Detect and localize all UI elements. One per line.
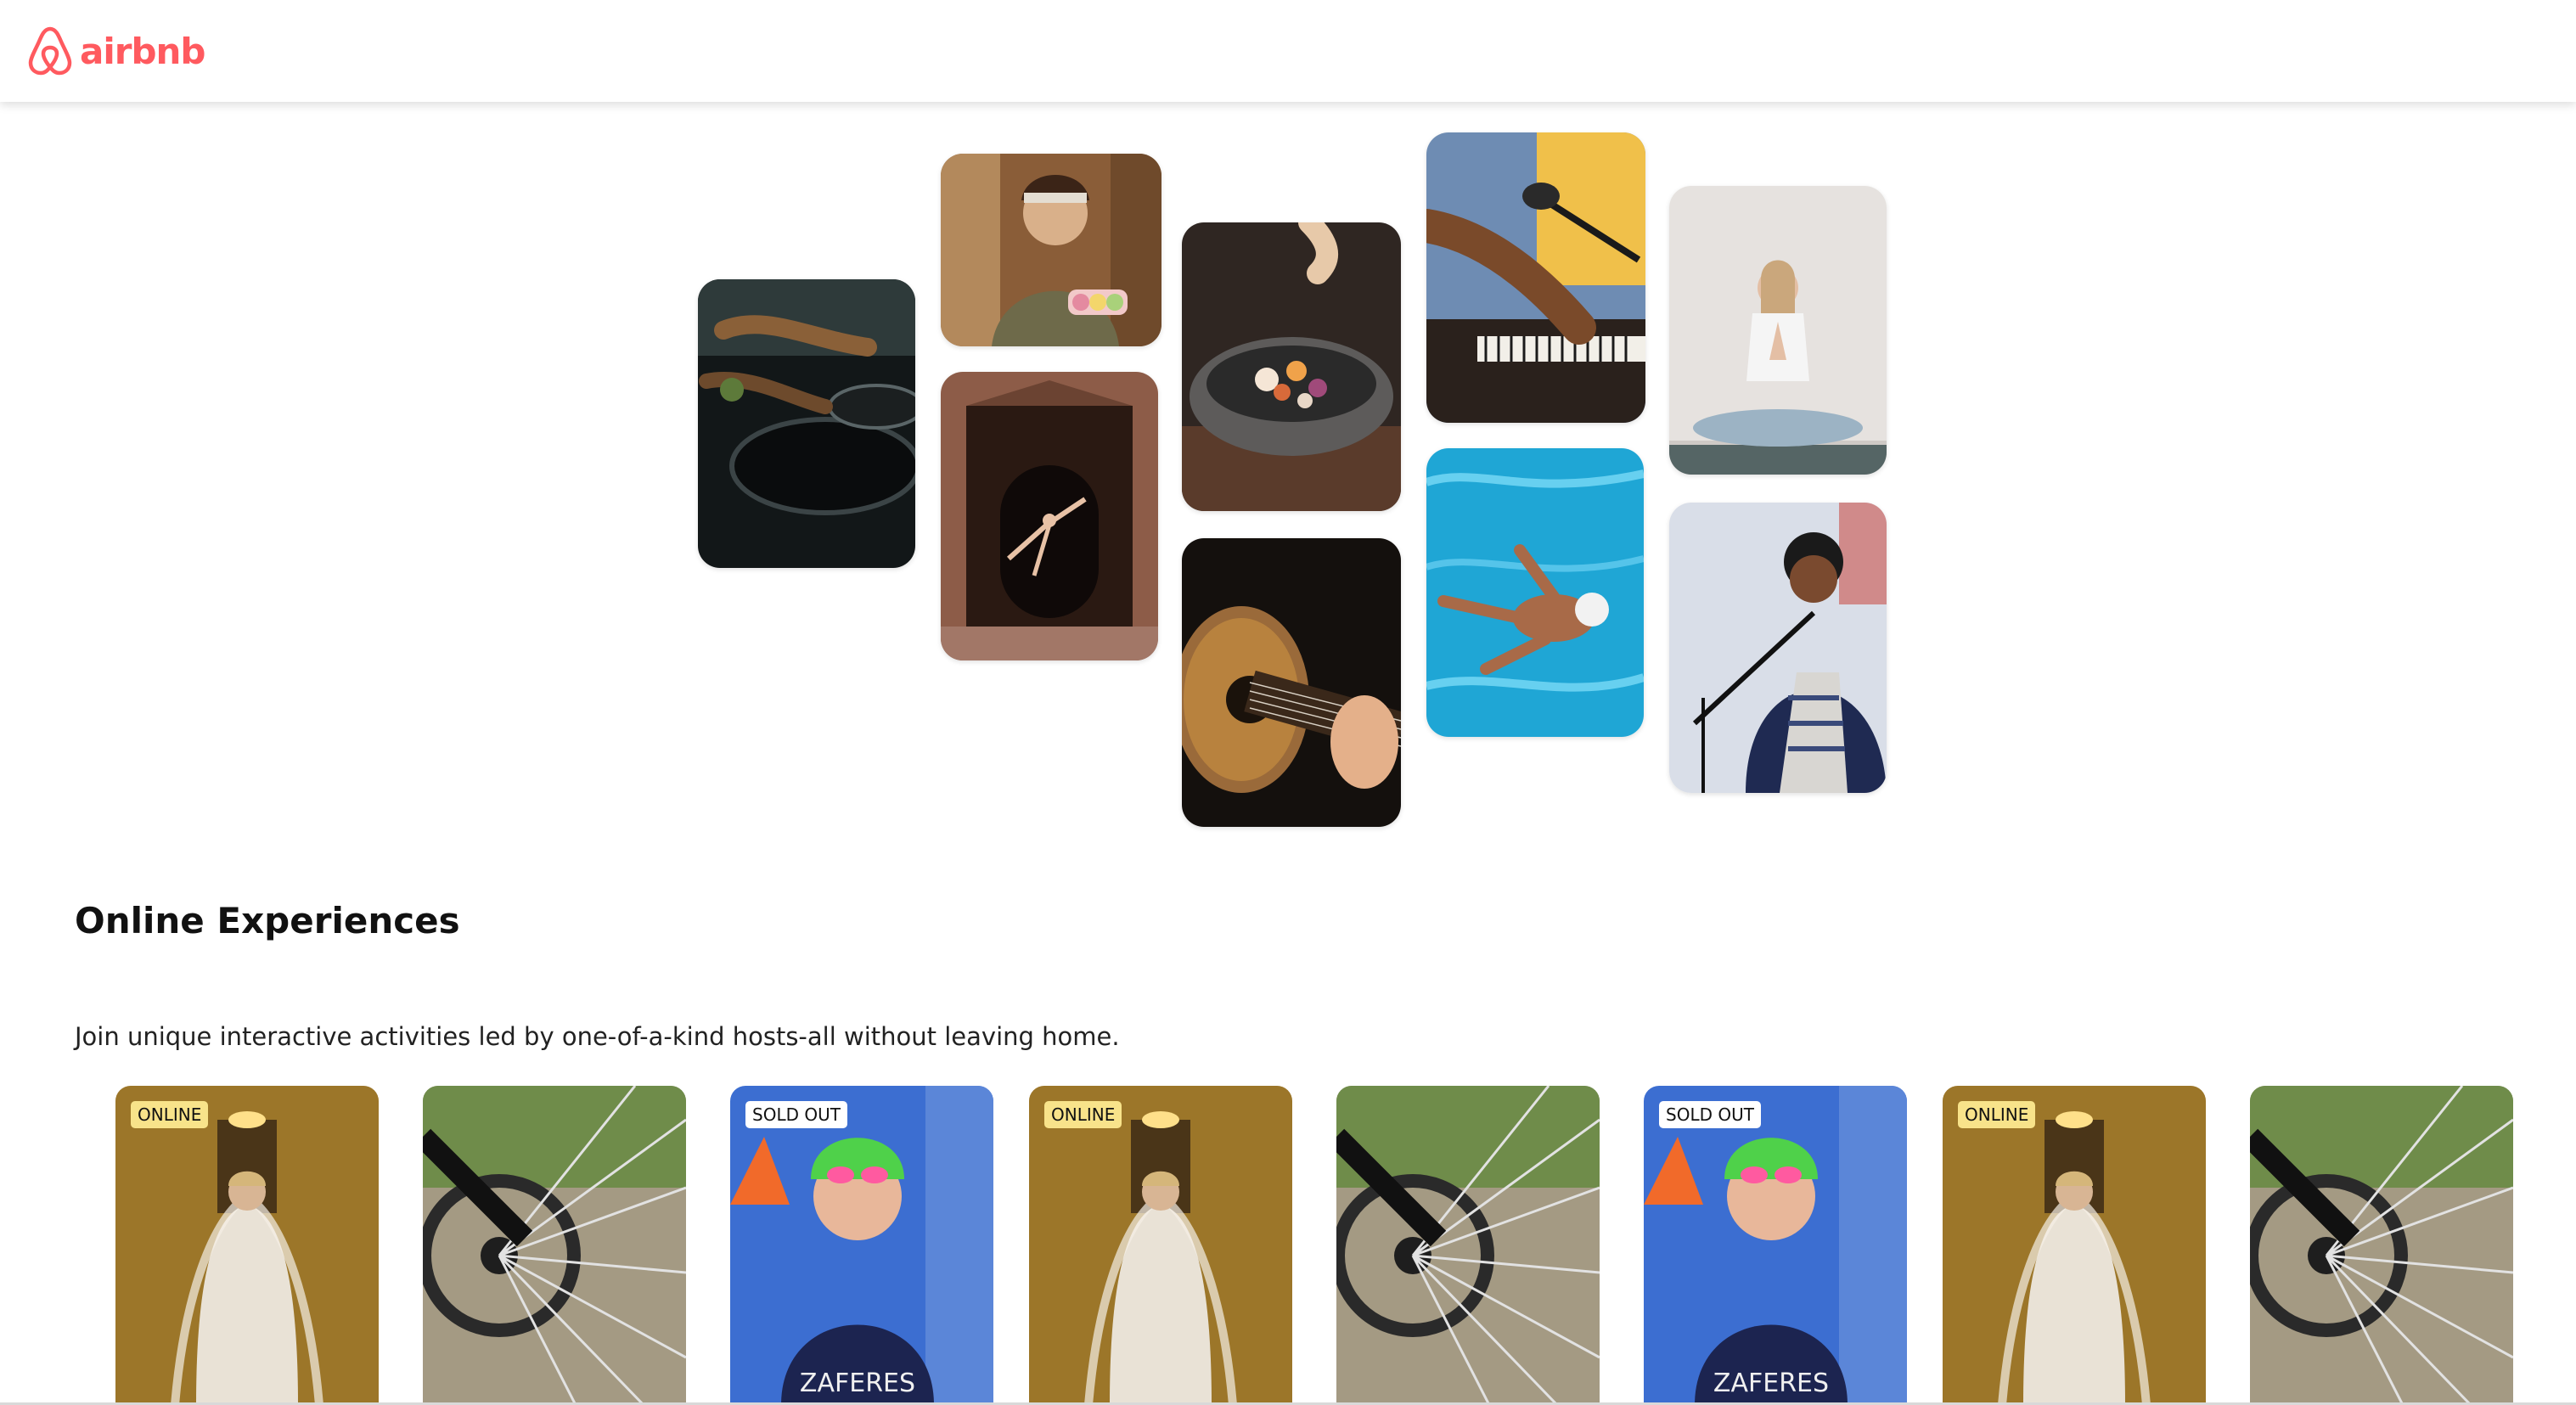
hero-photo-swimmer [1426, 448, 1644, 737]
hero-photo-food-bowl [1182, 222, 1401, 511]
hero-photo-grid [0, 0, 2576, 849]
card-badge: SOLD OUT [745, 1101, 847, 1128]
card-image [423, 1086, 686, 1405]
svg-text:ZAFERES: ZAFERES [800, 1368, 915, 1398]
brand-name: airbnb [80, 30, 205, 72]
card-badge: ONLINE [1044, 1101, 1122, 1128]
hero-photo-singer [1669, 503, 1887, 793]
navbar: airbnb [0, 0, 2576, 102]
experience-card[interactable]: ZAFERES SOLD OUT [730, 1086, 993, 1405]
hero-photo-woman-macarons [941, 154, 1161, 346]
card-image: ZAFERES [1644, 1086, 1907, 1405]
card-image: ZAFERES [730, 1086, 993, 1405]
card-image [2250, 1086, 2513, 1405]
hero-photo-dancer [941, 372, 1158, 660]
card-image [1943, 1086, 2206, 1405]
airbnb-logo-icon [28, 26, 72, 76]
hero-photo-yoga [1669, 186, 1887, 475]
card-image [115, 1086, 379, 1405]
card-image [1029, 1086, 1292, 1405]
experience-card[interactable] [423, 1086, 686, 1405]
card-badge: ONLINE [1958, 1101, 2036, 1128]
card-image [1336, 1086, 1600, 1405]
section-title: Online Experiences [75, 900, 460, 941]
experience-cards-row: ONLINE ZAFERES SOLD OUT ONLINE ZAFERES S… [115, 1086, 2576, 1405]
experience-card[interactable]: ONLINE [1943, 1086, 2206, 1405]
card-badge: ONLINE [131, 1101, 209, 1128]
section-subtitle: Join unique interactive activities led b… [75, 1022, 1120, 1051]
hero-photo-cooking [698, 279, 915, 568]
experience-card[interactable]: ONLINE [1029, 1086, 1292, 1405]
svg-text:ZAFERES: ZAFERES [1713, 1368, 1829, 1398]
card-badge: SOLD OUT [1659, 1101, 1761, 1128]
hero-photo-piano-microphone [1426, 132, 1645, 423]
experience-card[interactable] [2250, 1086, 2513, 1405]
experience-card[interactable]: ZAFERES SOLD OUT [1644, 1086, 1907, 1405]
hero-photo-guitar [1182, 538, 1401, 827]
experience-card[interactable]: ONLINE [115, 1086, 379, 1405]
brand-logo[interactable]: airbnb [27, 25, 205, 76]
experience-card[interactable] [1336, 1086, 1600, 1405]
